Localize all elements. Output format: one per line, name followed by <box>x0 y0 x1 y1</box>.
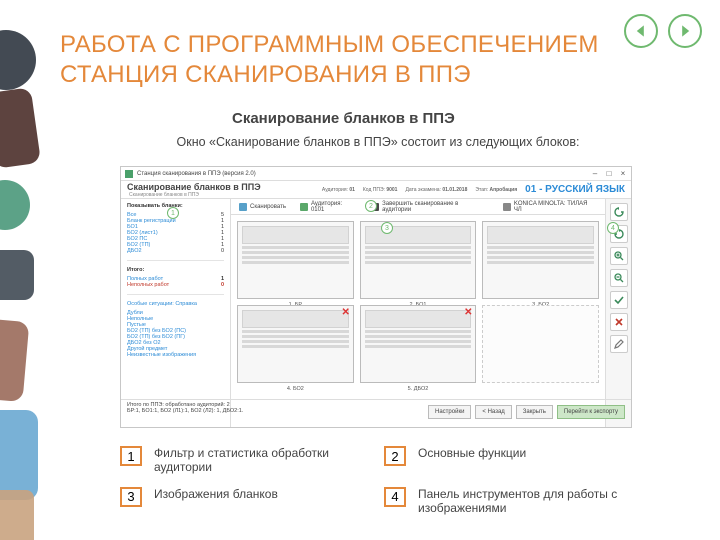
header-row: Сканирование бланков в ППЭ Сканирование … <box>121 181 631 199</box>
thumbnail[interactable]: ✕4. БО2 <box>237 305 354 383</box>
minimize-button[interactable]: – <box>591 170 599 178</box>
export-button[interactable]: Перейти к экспорту <box>557 405 625 419</box>
zoom-in-icon[interactable] <box>610 247 628 265</box>
legend-num-2: 2 <box>384 446 406 466</box>
scanner-label: KONICA MINOLTA: ТИЛАЯ ЧЛ <box>503 201 597 213</box>
triangle-right-icon <box>678 24 692 38</box>
app-footer: Итого по ППЭ: обработано аудиторий: 2 БР… <box>121 399 631 427</box>
image-tools-panel <box>605 199 631 427</box>
next-slide-button[interactable] <box>668 14 702 48</box>
thumbnail[interactable]: 3. БО2 <box>482 221 599 299</box>
section-title: Сканирование бланков в ППЭ <box>232 110 455 127</box>
pencil-icon[interactable] <box>610 335 628 353</box>
titlebar: Станция сканирования в ППЭ (версия 2.0) … <box>121 167 631 181</box>
total-item: Неполных работ0 <box>127 282 224 288</box>
thumbnails-grid: 1. БР2. БО13. БО2 ✕4. БО2✕5. ДБО2 <box>231 215 605 427</box>
thumbnail[interactable] <box>482 305 599 383</box>
subject: 01 - РУССКИЙ ЯЗЫК <box>525 184 625 195</box>
slide-title: РАБОТА С ПРОГРАММНЫМ ОБЕСПЕЧЕНИЕМ СТАНЦИ… <box>60 30 670 90</box>
maximize-button[interactable]: □ <box>605 170 613 178</box>
finish-scan-button[interactable]: Завершить сканирование в аудитории <box>371 201 489 213</box>
callout-marker-2: 2 <box>365 200 377 212</box>
filter-item[interactable]: ДБО20 <box>127 248 224 254</box>
zoom-out-icon[interactable] <box>610 269 628 287</box>
close-button[interactable]: × <box>619 170 627 178</box>
slide-title-line1: РАБОТА С ПРОГРАММНЫМ ОБЕСПЕЧЕНИЕМ <box>60 31 599 58</box>
cross-icon[interactable] <box>610 313 628 331</box>
rotate-ccw-icon[interactable] <box>610 203 628 221</box>
sidebar-special-header: Особые ситуации: Справка <box>127 301 224 307</box>
slide-title-line2: СТАНЦИЯ СКАНИРОВАНИЯ В ППЭ <box>60 61 471 88</box>
room-button[interactable]: Аудитория: 0101 <box>300 201 357 213</box>
sidebar-totals-header: Итого: <box>127 267 224 273</box>
header-title: Сканирование бланков в ППЭ <box>127 182 261 192</box>
error-icon: ✕ <box>341 308 351 318</box>
footer-button[interactable]: Настройки <box>428 405 471 419</box>
footer-stats-2: БР:1, БО1:1, БО2 (Л1):1, БО2 (Л2): 1, ДБ… <box>127 408 243 414</box>
callout-marker-3: 3 <box>381 222 393 234</box>
callout-marker-1: 1 <box>167 207 179 219</box>
error-icon: ✕ <box>463 308 473 318</box>
legend: 1 Фильтр и статистика обработки аудитори… <box>120 446 660 516</box>
special-item[interactable]: Неизвестные изображения <box>127 352 224 358</box>
app-window: Станция сканирования в ППЭ (версия 2.0) … <box>120 166 632 428</box>
toolbar: Сканировать Аудитория: 0101 Завершить ск… <box>231 199 605 215</box>
thumbnail[interactable]: 1. БР <box>237 221 354 299</box>
legend-text-4: Панель инструментов для работы с изображ… <box>418 487 678 516</box>
decorative-left-strip <box>0 0 44 540</box>
main-area: Сканировать Аудитория: 0101 Завершить ск… <box>231 199 605 427</box>
footer-button[interactable]: Закрыть <box>516 405 553 419</box>
legend-num-4: 4 <box>384 487 406 507</box>
legend-num-3: 3 <box>120 487 142 507</box>
header-sub: Сканирование бланков в ППЭ <box>129 192 261 198</box>
thumbnail[interactable]: 2. БО1 <box>360 221 477 299</box>
legend-text-3: Изображения бланков <box>154 487 374 501</box>
legend-num-1: 1 <box>120 446 142 466</box>
legend-text-1: Фильтр и статистика обработки аудитории <box>154 446 374 475</box>
app-title: Станция сканирования в ППЭ (версия 2.0) <box>137 171 256 177</box>
section-desc: Окно «Сканирование бланков в ППЭ» состои… <box>148 134 608 150</box>
legend-text-2: Основные функции <box>418 446 678 460</box>
callout-marker-4: 4 <box>607 222 619 234</box>
scan-button[interactable]: Сканировать <box>239 203 286 211</box>
footer-button[interactable]: < Назад <box>475 405 511 419</box>
thumbnail[interactable]: ✕5. ДБО2 <box>360 305 477 383</box>
app-icon <box>125 170 133 178</box>
filter-sidebar: Показывать бланки: Все5Бланк регистрации… <box>121 199 231 427</box>
check-icon[interactable] <box>610 291 628 309</box>
